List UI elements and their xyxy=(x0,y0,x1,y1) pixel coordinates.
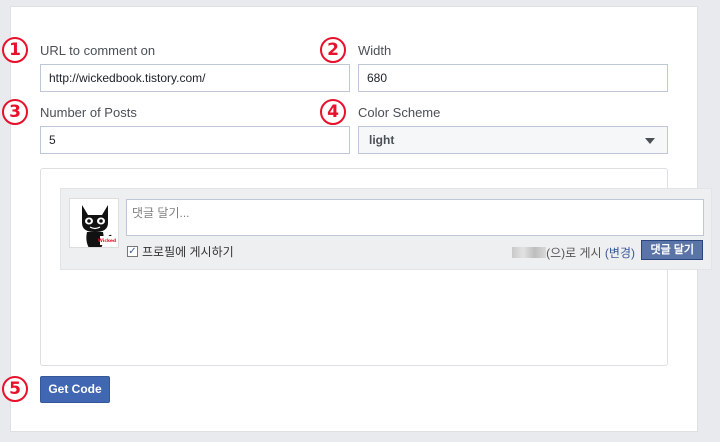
post-comment-button[interactable]: 댓글 달기 xyxy=(641,240,703,260)
black-cat-icon: Wicked xyxy=(82,205,116,247)
get-code-button[interactable]: Get Code xyxy=(40,376,110,403)
width-label: Width xyxy=(358,43,392,58)
annotation-marker-4: 4 xyxy=(320,99,346,125)
change-account-link[interactable]: (변경) xyxy=(605,246,635,260)
color-scheme-select[interactable]: light xyxy=(358,126,668,154)
avatar-caption: Wicked xyxy=(98,238,116,244)
annotation-marker-5: 5 xyxy=(2,376,28,402)
url-label: URL to comment on xyxy=(40,43,156,58)
number-of-posts-input[interactable]: 5 xyxy=(40,126,350,154)
posting-as-suffix: (으)로 게시 xyxy=(546,246,602,260)
url-input[interactable]: http://wickedbook.tistory.com/ xyxy=(40,64,350,92)
color-scheme-selected-value: light xyxy=(369,133,395,147)
chevron-down-icon xyxy=(645,138,655,144)
comment-input[interactable]: 댓글 달기... xyxy=(126,199,704,236)
number-of-posts-label: Number of Posts xyxy=(40,105,137,120)
blurred-username xyxy=(512,247,547,258)
posting-as-text: (으)로 게시 (변경) xyxy=(512,244,635,261)
checkmark-icon: ✓ xyxy=(127,246,138,257)
color-scheme-label: Color Scheme xyxy=(358,105,441,120)
annotation-marker-3: 3 xyxy=(2,99,28,125)
width-input[interactable]: 680 xyxy=(358,64,668,92)
post-to-profile-label: 프로필에 게시하기 xyxy=(142,245,234,259)
annotation-marker-1: 1 xyxy=(2,37,28,63)
annotation-marker-2: 2 xyxy=(320,37,346,63)
avatar: Wicked xyxy=(69,198,119,248)
comments-plugin-preview: Wicked 댓글 달기... ✓ 프로필에 게시하기 (으)로 게시 (변경)… xyxy=(60,188,712,270)
post-to-profile-checkbox[interactable]: ✓ 프로필에 게시하기 xyxy=(127,243,234,260)
